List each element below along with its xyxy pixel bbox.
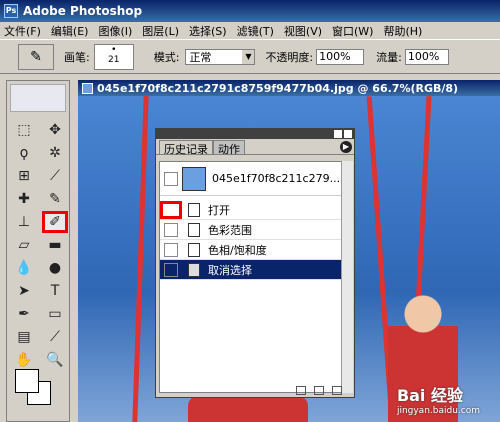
slice-tool-icon[interactable]: ⟋ [42,165,68,187]
feather-logo-icon [10,84,66,112]
opacity-field[interactable]: 100% [316,48,365,65]
tab-actions[interactable]: 动作 [213,140,245,156]
history-step[interactable]: 色彩范围 [160,220,341,240]
mode-label: 模式: [153,50,180,64]
history-step-icon [188,242,200,257]
brush-dot-icon: • [111,44,117,55]
history-step[interactable]: 色相/饱和度 [160,240,341,260]
person-figure-left [188,396,308,422]
history-step-icon [188,202,200,217]
mode-select[interactable]: 正常 ▼ [185,48,256,65]
foreground-color-swatch[interactable] [15,369,39,393]
swing-rope [132,96,149,422]
menu-layer[interactable]: 图层(L) [142,23,179,39]
watermark-brand: Bai 经验 [396,386,463,405]
minimize-icon[interactable] [334,130,342,138]
flow-label: 流量: [376,50,402,64]
snapshot-source-checkbox[interactable] [164,171,178,186]
path-selection-tool-icon[interactable]: ➤ [11,280,37,302]
history-snapshot[interactable]: 045e1f70f8c211c279... [160,162,341,196]
new-document-from-state-icon[interactable] [296,385,306,395]
clone-stamp-tool-icon[interactable]: ⊥ [11,211,37,233]
magic-wand-tool-icon[interactable]: ✲ [42,142,68,164]
history-list: 045e1f70f8c211c279... 打开 色彩范围 色相/饱和度 取消选… [159,161,342,393]
blur-tool-icon[interactable]: 💧 [11,257,37,279]
document-title-bar: 045e1f70f8c211c2791c8759f9477b04.jpg @ 6… [78,80,500,96]
gradient-tool-icon[interactable]: ▬ [42,234,68,256]
opacity-label: 不透明度: [265,50,314,64]
shape-tool-icon[interactable]: ▭ [42,303,68,325]
history-source-checkbox[interactable] [164,242,178,257]
history-brush-icon: ✎ [30,48,42,65]
eyedropper-tool-icon[interactable]: ⟋ [42,326,68,348]
menu-filter[interactable]: 滤镜(T) [237,23,274,39]
app-title: Adobe Photoshop [23,4,143,18]
history-step-icon [188,262,200,277]
options-bar: ✎ 画笔: • 21 模式: 正常 ▼ 不透明度: 100% 流量: 100% [0,40,500,74]
chevron-down-icon: ▼ [242,49,255,64]
close-icon[interactable] [344,130,352,138]
tool-preset-button[interactable]: ✎ [18,43,54,70]
flow-field[interactable]: 100% [404,48,449,65]
menu-view[interactable]: 视图(V) [284,23,322,39]
history-source-checkbox[interactable] [164,222,178,237]
notes-tool-icon[interactable]: ▤ [11,326,37,348]
brush-label: 画笔: [64,50,90,64]
move-tool-icon[interactable]: ✥ [42,119,68,141]
mode-value: 正常 [189,50,212,64]
panel-menu-icon[interactable]: ▶ [340,141,352,153]
zoom-tool-icon[interactable]: 🔍 [42,349,68,371]
trash-icon[interactable] [332,385,342,395]
type-tool-icon[interactable]: T [42,280,68,302]
menu-image[interactable]: 图像(I) [98,23,132,39]
menu-select[interactable]: 选择(S) [189,23,227,39]
brush-size: 21 [107,54,120,65]
history-brush-tool-icon[interactable]: ✐ [42,211,68,233]
history-step-label: 色相/饱和度 [208,243,267,257]
history-brush-source-icon[interactable] [160,200,182,219]
pen-tool-icon[interactable]: ✒ [11,303,37,325]
crop-tool-icon[interactable]: ⊞ [11,165,37,187]
history-panel: 历史记录 动作 ▶ 045e1f70f8c211c279... 打开 色彩范围 … [155,128,355,398]
flow-value: 100% [407,50,440,63]
panel-title-bar [156,129,354,139]
panel-footer [156,383,354,397]
history-source-checkbox[interactable] [164,262,178,277]
snapshot-thumbnail [182,166,206,191]
dodge-tool-icon[interactable]: ● [42,257,68,279]
baidu-watermark: Bai 经验 jingyan.baidu.com [397,382,480,416]
opacity-value: 100% [319,50,351,63]
menu-file[interactable]: 文件(F) [4,23,41,39]
hand-tool-icon[interactable]: ✋ [11,349,37,371]
snapshot-name: 045e1f70f8c211c279... [212,172,341,185]
brush-tool-icon[interactable]: ✎ [42,188,68,210]
history-step[interactable]: 打开 [160,200,341,220]
panel-tabs: 历史记录 动作 ▶ [156,139,354,156]
tab-history[interactable]: 历史记录 [159,140,213,156]
history-step-label: 取消选择 [208,263,252,277]
history-step-icon [188,222,200,237]
new-snapshot-icon[interactable] [314,385,324,395]
lasso-tool-icon[interactable]: ϙ [11,142,37,164]
menu-edit[interactable]: 编辑(E) [51,23,89,39]
history-step-label: 打开 [208,203,230,217]
history-step-selected[interactable]: 取消选择 [160,260,341,280]
document-icon [82,82,93,94]
menu-help[interactable]: 帮助(H) [383,23,422,39]
photoshop-logo-icon: Ps [4,4,18,18]
app-title-bar: Ps Adobe Photoshop [0,0,500,22]
toolbox: ⬚ ✥ ϙ ✲ ⊞ ⟋ ✚ ✎ ⊥ ✐ ▱ ▬ 💧 ● ➤ T ✒ ▭ ▤ ⟋ … [6,80,70,422]
brush-picker[interactable]: • 21 [93,43,134,70]
marquee-tool-icon[interactable]: ⬚ [11,119,37,141]
menu-bar: 文件(F) 编辑(E) 图像(I) 图层(L) 选择(S) 滤镜(T) 视图(V… [0,22,500,40]
watermark-url: jingyan.baidu.com [396,406,480,416]
history-scrollbar[interactable] [341,161,353,393]
document-title: 045e1f70f8c211c2791c8759f9477b04.jpg @ 6… [97,81,459,95]
eraser-tool-icon[interactable]: ▱ [11,234,37,256]
history-step-label: 色彩范围 [208,223,252,237]
menu-window[interactable]: 窗口(W) [332,23,373,39]
healing-brush-tool-icon[interactable]: ✚ [11,188,37,210]
